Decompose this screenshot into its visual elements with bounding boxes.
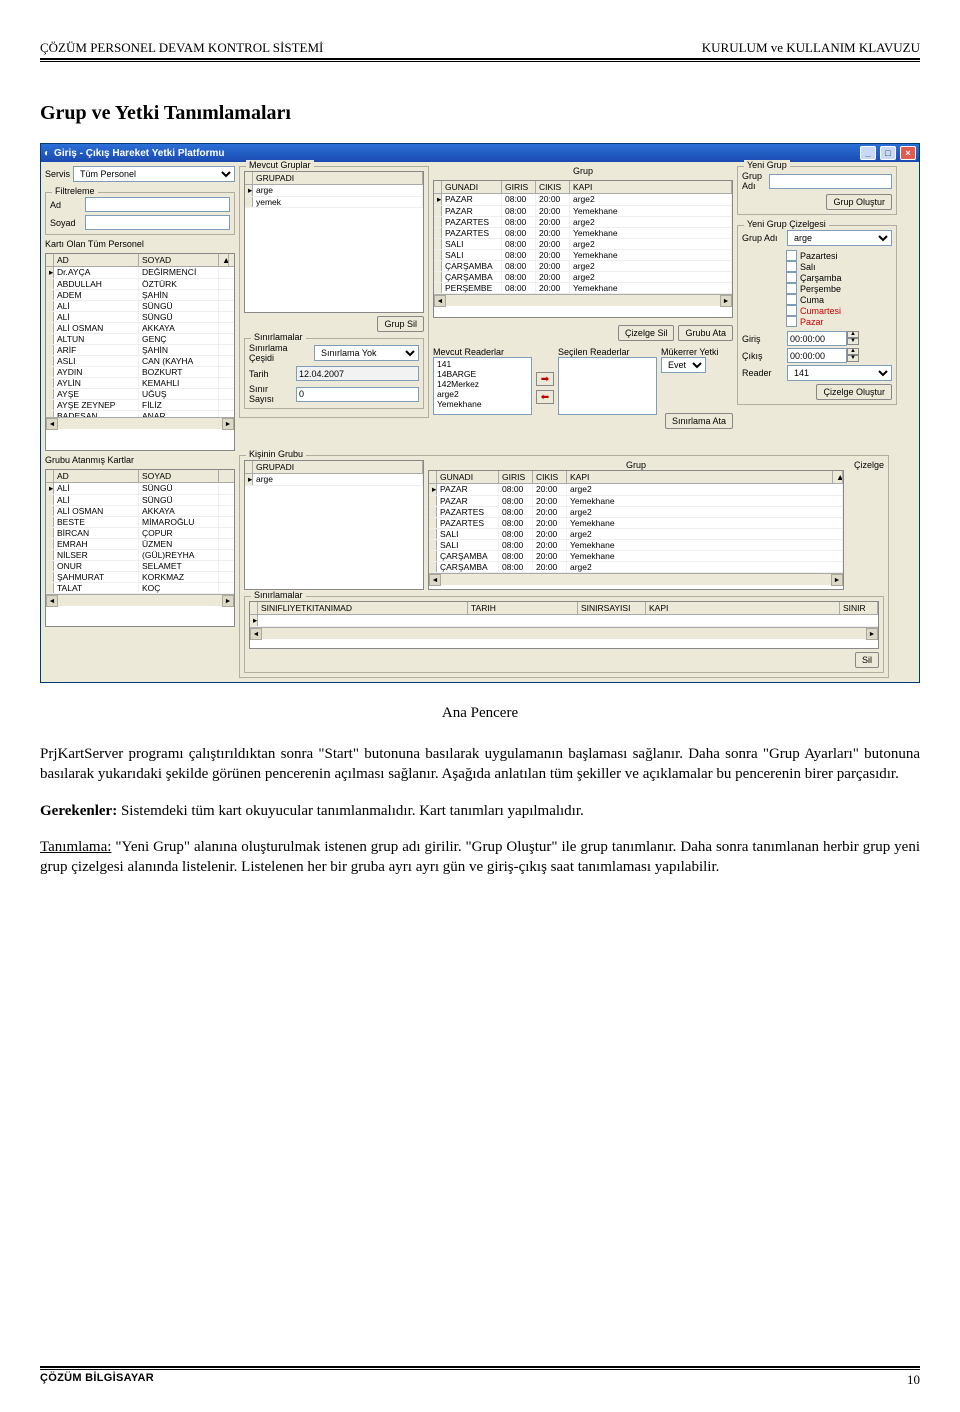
tarih-label: Tarih xyxy=(249,369,293,379)
maximize-button[interactable]: □ xyxy=(880,146,896,160)
yeni-grup-group: Yeni Grup Grup Adı Grup Oluştur xyxy=(737,166,897,215)
grup-olustur-button[interactable]: Grup Oluştur xyxy=(826,194,892,210)
personel-grid[interactable]: ADSOYAD▲ ▸Dr.AYÇADEĞİRMENCİABDULLAHÖZTÜR… xyxy=(45,253,235,451)
paragraph-2: Gerekenler: Sistemdeki tüm kart okuyucul… xyxy=(40,801,920,821)
sinirlama-ata-button[interactable]: Sınırlama Ata xyxy=(665,413,733,429)
soyad-input[interactable] xyxy=(85,215,230,230)
grup-header-label: Grup xyxy=(433,166,733,176)
grubu-ata-button[interactable]: Grubu Ata xyxy=(678,325,733,341)
page-title: Grup ve Yetki Tanımlamaları xyxy=(40,102,920,125)
filtreleme-group: Filtreleme Ad Soyad xyxy=(45,192,235,235)
gun-checkbox[interactable] xyxy=(786,305,797,316)
app-icon: ◐ xyxy=(44,148,50,159)
yeni-cizelge-group: Yeni Grup Çizelgesi Grup Adıarge Pazarte… xyxy=(737,225,897,405)
sinirlamalar-group: Sınırlamalar Sınırlama ÇeşidiSınırlama Y… xyxy=(244,338,424,409)
giris-up[interactable]: ▲ xyxy=(847,331,859,338)
kg-cizelge-grid[interactable]: GUNADIGIRISCIKISKAPI▲ ▸PAZAR08:0020:00ar… xyxy=(428,470,844,590)
window-title: Giriş - Çıkış Hareket Yetki Platformu xyxy=(54,148,224,159)
grup-adi-label: Grup Adı xyxy=(742,171,766,191)
cizelge-sil-button[interactable]: Çizelge Sil xyxy=(618,325,675,341)
grup-adi-input[interactable] xyxy=(769,174,892,189)
sinirlama-cesidi-select[interactable]: Sınırlama Yok xyxy=(314,345,419,361)
ad-label: Ad xyxy=(50,200,82,210)
secilen-readerlar-label: Seçilen Readerlar xyxy=(558,347,657,357)
cikis-label: Çıkış xyxy=(742,351,784,361)
header-left: ÇÖZÜM PERSONEL DEVAM KONTROL SİSTEMİ xyxy=(40,40,323,56)
gun-checkbox[interactable] xyxy=(786,283,797,294)
kg-grup-grid[interactable]: GRUPADI ▸arge xyxy=(244,460,424,590)
mevcut-readerlar-label: Mevcut Readerlar xyxy=(433,347,532,357)
footer-left: ÇÖZÜM BİLGİSAYAR xyxy=(40,1372,154,1388)
header-right: KURULUM ve KULLANIM KLAVUZU xyxy=(702,40,920,56)
mevcut-gruplar-group: Mevcut Gruplar GRUPADI ▸argeyemek Grup S… xyxy=(239,166,429,418)
atanmis-grid[interactable]: ADSOYAD ▸ALİSÜNGÜALİSÜNGÜALİ OSMANAKKAYA… xyxy=(45,469,235,627)
giris-input[interactable] xyxy=(787,331,847,346)
grup-adi-select[interactable]: arge xyxy=(787,230,892,246)
sinir-sayisi-input[interactable] xyxy=(296,387,419,402)
secilen-readerlar-list[interactable] xyxy=(558,357,657,415)
mukerrer-label: Mükerrer Yetki xyxy=(661,347,733,357)
reader-label: Reader xyxy=(742,368,784,378)
sil-button[interactable]: Sil xyxy=(855,652,879,668)
cizelge-grid[interactable]: GUNADIGIRISCIKISKAPI ▸PAZAR08:0020:00arg… xyxy=(433,180,733,318)
close-button[interactable]: × xyxy=(900,146,916,160)
paragraph-3: Tanımlama: "Yeni Grup" alanına oluşturul… xyxy=(40,837,920,878)
gun-checkbox[interactable] xyxy=(786,316,797,327)
giris-down[interactable]: ▼ xyxy=(847,338,859,345)
cizelge-olustur-button[interactable]: Çizelge Oluştur xyxy=(816,384,892,400)
kisinin-grubu-group: Kişinin Grubu GRUPADI ▸arge Grup GUNADIG… xyxy=(239,455,889,678)
grup-sil-button[interactable]: Grup Sil xyxy=(377,316,424,332)
gun-checkbox[interactable] xyxy=(786,294,797,305)
gun-checkbox[interactable] xyxy=(786,261,797,272)
grup-grid[interactable]: GRUPADI ▸argeyemek xyxy=(244,171,424,313)
gun-checkbox[interactable] xyxy=(786,272,797,283)
servis-select[interactable]: Tüm Personel xyxy=(73,166,235,182)
ad-input[interactable] xyxy=(85,197,230,212)
page-number: 10 xyxy=(907,1372,920,1388)
kart-olan-title: Kartı Olan Tüm Personel xyxy=(45,239,235,249)
remove-reader-button[interactable]: ⬅ xyxy=(536,390,554,404)
reader-select[interactable]: 141 xyxy=(787,365,892,381)
minimize-button[interactable]: _ xyxy=(860,146,876,160)
cikis-up[interactable]: ▲ xyxy=(847,348,859,355)
caption: Ana Pencere xyxy=(40,705,920,722)
paragraph-1: PrjKartServer programı çalıştırıldıktan … xyxy=(40,744,920,785)
cikis-input[interactable] xyxy=(787,348,847,363)
screenshot: ◐ Giriş - Çıkış Hareket Yetki Platformu … xyxy=(40,143,920,683)
gun-checkbox[interactable] xyxy=(786,250,797,261)
sinir-grid[interactable]: SINIFLIYETKITANIMADTARIHSINIRSAYISIKAPIS… xyxy=(249,601,879,649)
add-reader-button[interactable]: ➡ xyxy=(536,372,554,386)
grup-adi-sel-label: Grup Adı xyxy=(742,233,784,243)
sinirlama-cesidi-label: Sınırlama Çeşidi xyxy=(249,343,311,363)
giris-label: Giriş xyxy=(742,334,784,344)
servis-label: Servis xyxy=(45,169,70,179)
grubu-atanmis-title: Grubu Atanmış Kartlar xyxy=(45,455,235,465)
soyad-label: Soyad xyxy=(50,218,82,228)
mukerrer-select[interactable]: Evet xyxy=(661,357,706,373)
sinir-sayisi-label: Sınır Sayısı xyxy=(249,384,293,404)
sinirlamalar-lower-group: Sınırlamalar SINIFLIYETKITANIMADTARIHSIN… xyxy=(244,596,884,673)
grup-col-label: Grup xyxy=(428,460,844,470)
mevcut-readerlar-list[interactable]: 14114BARGE142Merkezarge2Yemekhane xyxy=(433,357,532,415)
tarih-input xyxy=(296,366,419,381)
cizelge-col-label: Çizelge xyxy=(848,460,884,590)
cikis-down[interactable]: ▼ xyxy=(847,355,859,362)
